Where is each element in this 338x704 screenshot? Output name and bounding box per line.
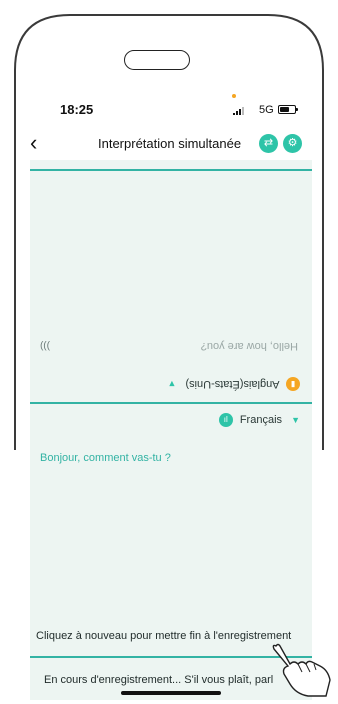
pointing-hand-icon xyxy=(272,643,331,697)
translate-icon[interactable]: ⇄ xyxy=(259,134,278,153)
hint-text: Cliquez à nouveau pour mettre fin à l'en… xyxy=(36,630,292,642)
battery-icon xyxy=(278,105,298,114)
signal-icon xyxy=(233,107,244,115)
target-language-label: Français xyxy=(239,413,283,426)
network-label: 5G xyxy=(259,104,274,116)
audio-wave-icon: ıl xyxy=(218,413,233,427)
status-bar: 18:25 5G xyxy=(30,98,310,124)
target-language-selector[interactable]: ıl Français ▼ xyxy=(218,413,300,427)
speaker-notch xyxy=(124,50,190,70)
source-language-selector[interactable]: ▮ Anglais(États-Unis) ▼ xyxy=(167,377,300,391)
dropdown-arrow-icon: ▼ xyxy=(291,414,300,425)
interpretation-screen: Hello, how are you? ))) ▮ Anglais(États-… xyxy=(30,160,312,700)
back-button[interactable]: ‹ xyxy=(30,128,54,160)
middle-divider xyxy=(30,402,312,404)
translated-text: Bonjour, comment vas-tu ? xyxy=(40,452,171,464)
mic-icon: ▮ xyxy=(286,377,300,391)
nav-bar: ‹ Interprétation simultanée ⇄ ⚙ xyxy=(30,128,310,160)
dropdown-arrow-icon: ▼ xyxy=(167,379,177,390)
source-text: Hello, how are you? xyxy=(200,340,298,352)
source-panel-inverted: Hello, how are you? ))) ▮ Anglais(États-… xyxy=(30,171,312,406)
home-indicator xyxy=(121,691,221,695)
gear-icon[interactable]: ⚙ xyxy=(283,134,302,153)
clock: 18:25 xyxy=(60,102,94,117)
sound-wave-icon: ))) xyxy=(40,340,50,351)
page-title: Interprétation simultanée xyxy=(98,136,242,151)
source-language-label: Anglais(États-Unis) xyxy=(185,378,280,391)
recording-status-text: En cours d'enregistrement... S'il vous p… xyxy=(44,674,274,686)
